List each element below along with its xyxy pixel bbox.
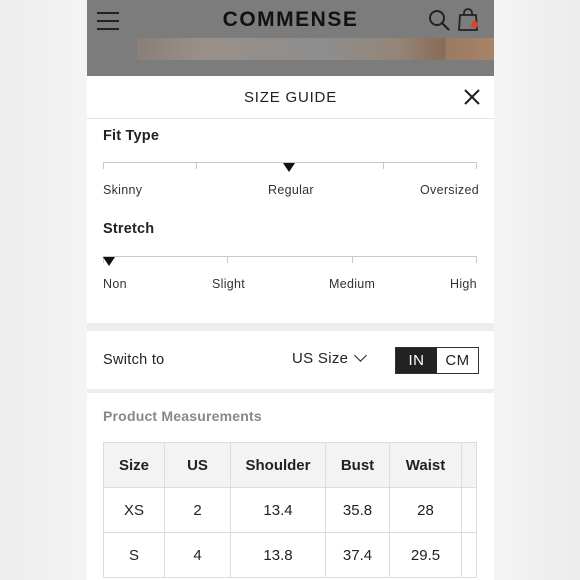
table-cell: S [103,532,165,578]
unit-in-button[interactable]: IN [396,348,437,373]
table-row: XS 2 13.4 35.8 28 [103,487,477,533]
product-image-strip [137,38,445,60]
background-left [0,0,87,580]
fit-type-tick [383,162,384,169]
stretch-option-slight: Slight [212,277,246,291]
close-icon[interactable] [463,88,481,106]
fit-option-regular: Regular [268,183,314,197]
stretch-tick [227,256,228,263]
column-header: Shoulder [230,442,326,488]
table-cell: 35.8 [325,487,390,533]
table-cell: 29.5 [389,532,462,578]
fit-option-skinny: Skinny [103,183,143,197]
column-header: US [164,442,231,488]
fit-type-label: Fit Type [103,128,160,144]
column-header-overflow [461,442,477,488]
table-cell-overflow [461,487,477,533]
table-cell: 13.4 [230,487,326,533]
unit-cm-button[interactable]: CM [437,348,478,373]
stretch-marker [103,257,115,266]
table-row: S 4 13.8 37.4 29.5 [103,532,477,578]
size-guide-title: SIZE GUIDE [243,89,337,106]
product-measurements-title: Product Measurements [103,408,262,424]
stretch-tick [352,256,353,263]
stretch-option-high: High [450,277,477,291]
size-system-dropdown[interactable]: US Size [292,349,368,367]
table-cell: 2 [164,487,231,533]
shopping-bag-icon[interactable] [457,8,479,32]
size-system-value: US Size [292,350,349,367]
stretch-option-non: Non [103,277,127,291]
table-cell: XS [103,487,165,533]
table-header-row: Size US Shoulder Bust Waist [103,442,477,488]
chevron-down-icon [354,349,368,362]
fit-type-tick [103,162,104,169]
stretch-tick [476,256,477,263]
fit-type-tick [476,162,477,169]
app-header: COMMENSE [87,0,494,76]
unit-toggle[interactable]: IN CM [395,347,479,374]
section-divider [87,389,494,393]
cart-badge [471,21,478,28]
table-cell-overflow [461,532,477,578]
size-guide-header: SIZE GUIDE [87,76,494,119]
column-header: Waist [389,442,462,488]
fit-type-tick [196,162,197,169]
measurements-table: Size US Shoulder Bust Waist XS 2 13.4 35… [103,442,477,578]
table-cell: 28 [389,487,462,533]
column-header: Size [103,442,165,488]
stretch-option-medium: Medium [329,277,376,291]
product-image-strip-secondary [446,38,494,60]
section-divider [87,323,494,331]
table-cell: 4 [164,532,231,578]
fit-option-oversized: Oversized [420,183,479,197]
table-cell: 37.4 [325,532,390,578]
background-right [494,0,580,580]
switch-to-label: Switch to [103,352,165,368]
table-cell: 13.8 [230,532,326,578]
search-icon[interactable] [428,9,450,31]
stretch-scale [103,256,477,257]
fit-type-marker [283,163,295,172]
stretch-label: Stretch [103,221,155,237]
phone-screen: COMMENSE SIZE GUIDE Fit Type Skinny Regu… [87,0,494,580]
column-header: Bust [325,442,390,488]
